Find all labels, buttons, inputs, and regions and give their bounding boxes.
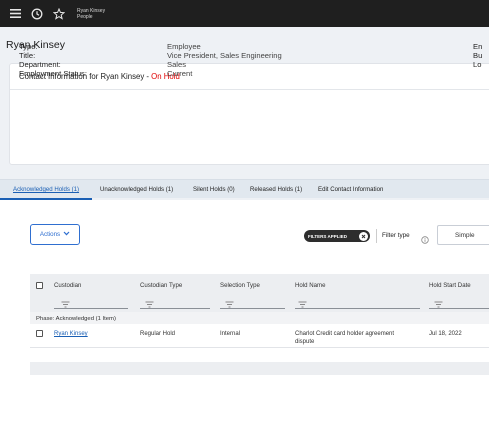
column-filter-underline <box>54 308 128 309</box>
phase-count: (1 Item) <box>95 316 116 322</box>
toolbar-divider <box>376 229 377 243</box>
filter-icon[interactable] <box>225 295 234 308</box>
column-custodian-type[interactable]: Custodian Type <box>140 282 182 289</box>
actions-label: Actions <box>39 231 61 238</box>
top-app-bar: Ryan Kinsey People <box>0 0 489 27</box>
filter-icon[interactable] <box>298 295 307 308</box>
custodian-link[interactable]: Ryan Kinsey <box>54 330 88 338</box>
type-label: Type: <box>19 42 38 51</box>
hold-name-cell: Charlot Credit card holder agreement dis… <box>295 330 423 346</box>
right-label-1: En <box>473 42 483 51</box>
column-filter-underline <box>295 308 420 309</box>
filters-applied-chip[interactable]: FILTERS APPLIED <box>304 230 370 242</box>
filter-icon[interactable] <box>145 295 154 308</box>
column-hold-start-date[interactable]: Hold Start Date <box>429 282 471 289</box>
info-icon[interactable] <box>421 231 429 244</box>
phase-label: Phase: Acknowledged (1 Item) <box>36 316 116 322</box>
actions-button[interactable]: Actions <box>30 224 80 245</box>
department-value: Sales <box>167 60 186 69</box>
tab-silent-holds[interactable]: Silent Holds (0) <box>193 186 235 193</box>
topbar-titles: Ryan Kinsey People <box>77 8 105 20</box>
star-icon[interactable] <box>51 6 67 22</box>
topbar-user-name: Ryan Kinsey <box>77 7 106 14</box>
title-value: Vice President, Sales Engineering <box>167 51 282 60</box>
tab-unacknowledged-holds[interactable]: Unacknowledged Holds (1) <box>100 186 173 193</box>
chevron-down-icon <box>63 231 70 238</box>
column-selection-type[interactable]: Selection Type <box>220 282 260 289</box>
column-filter-underline <box>140 308 210 309</box>
hold-name-line-2: dispute <box>295 339 315 345</box>
contact-right-labels: En Bu Lo <box>473 42 482 69</box>
contact-values: Employee Vice President, Sales Engineeri… <box>167 42 282 78</box>
topbar-section: People <box>77 13 93 20</box>
card-divider <box>10 89 489 90</box>
column-filter-underline <box>429 308 489 309</box>
contact-labels: Type: Title: Department: Employment Stat… <box>19 42 87 78</box>
type-value: Employee <box>167 42 201 51</box>
phase-name: Phase: Acknowledged <box>36 316 94 322</box>
title-label: Title: <box>19 51 36 60</box>
table-header: Custodian Custodian Type Selection Type … <box>30 274 489 312</box>
contact-info-card: Contact Information for Ryan Kinsey - On… <box>9 63 489 165</box>
tab-edit-contact-information[interactable]: Edit Contact Information <box>318 186 383 193</box>
holds-tabs: Acknowledged Holds (1) Unacknowledged Ho… <box>0 179 489 198</box>
column-custodian[interactable]: Custodian <box>54 282 81 289</box>
menu-icon[interactable] <box>7 6 23 22</box>
close-icon[interactable] <box>359 231 368 241</box>
row-checkbox[interactable] <box>36 330 43 337</box>
column-hold-name[interactable]: Hold Name <box>295 282 325 289</box>
filter-type-value: Simple <box>455 231 475 239</box>
custodian-type-cell: Regular Hold <box>140 331 176 337</box>
filter-icon[interactable] <box>61 295 70 308</box>
table-row[interactable]: Ryan Kinsey Regular Hold Internal Charlo… <box>30 324 489 348</box>
department-label: Department: <box>19 60 61 69</box>
employment-status-label: Employment Status: <box>19 69 87 78</box>
right-label-3: Lo <box>473 60 482 69</box>
filter-icon[interactable] <box>434 295 443 308</box>
table-footer-row <box>30 362 489 375</box>
hold-name-line-1: Charlot Credit card holder agreement <box>295 331 395 337</box>
filter-type-label: Filter type <box>382 232 410 239</box>
right-label-2: Bu <box>473 51 483 60</box>
clock-icon[interactable] <box>29 6 45 22</box>
employment-status-value: Current <box>167 69 193 78</box>
select-all-checkbox[interactable] <box>36 282 43 289</box>
tab-released-holds[interactable]: Released Holds (1) <box>250 186 302 193</box>
filters-applied-label: FILTERS APPLIED <box>308 233 348 239</box>
selection-type-cell: Internal <box>220 331 241 337</box>
tab-acknowledged-holds[interactable]: Acknowledged Holds (1) <box>13 186 79 193</box>
phase-group-row[interactable]: Phase: Acknowledged (1 Item) <box>30 312 489 324</box>
hold-start-date-cell: Jul 18, 2022 <box>429 331 462 337</box>
filter-type-select[interactable]: Simple <box>437 225 489 245</box>
column-filter-underline <box>220 308 285 309</box>
